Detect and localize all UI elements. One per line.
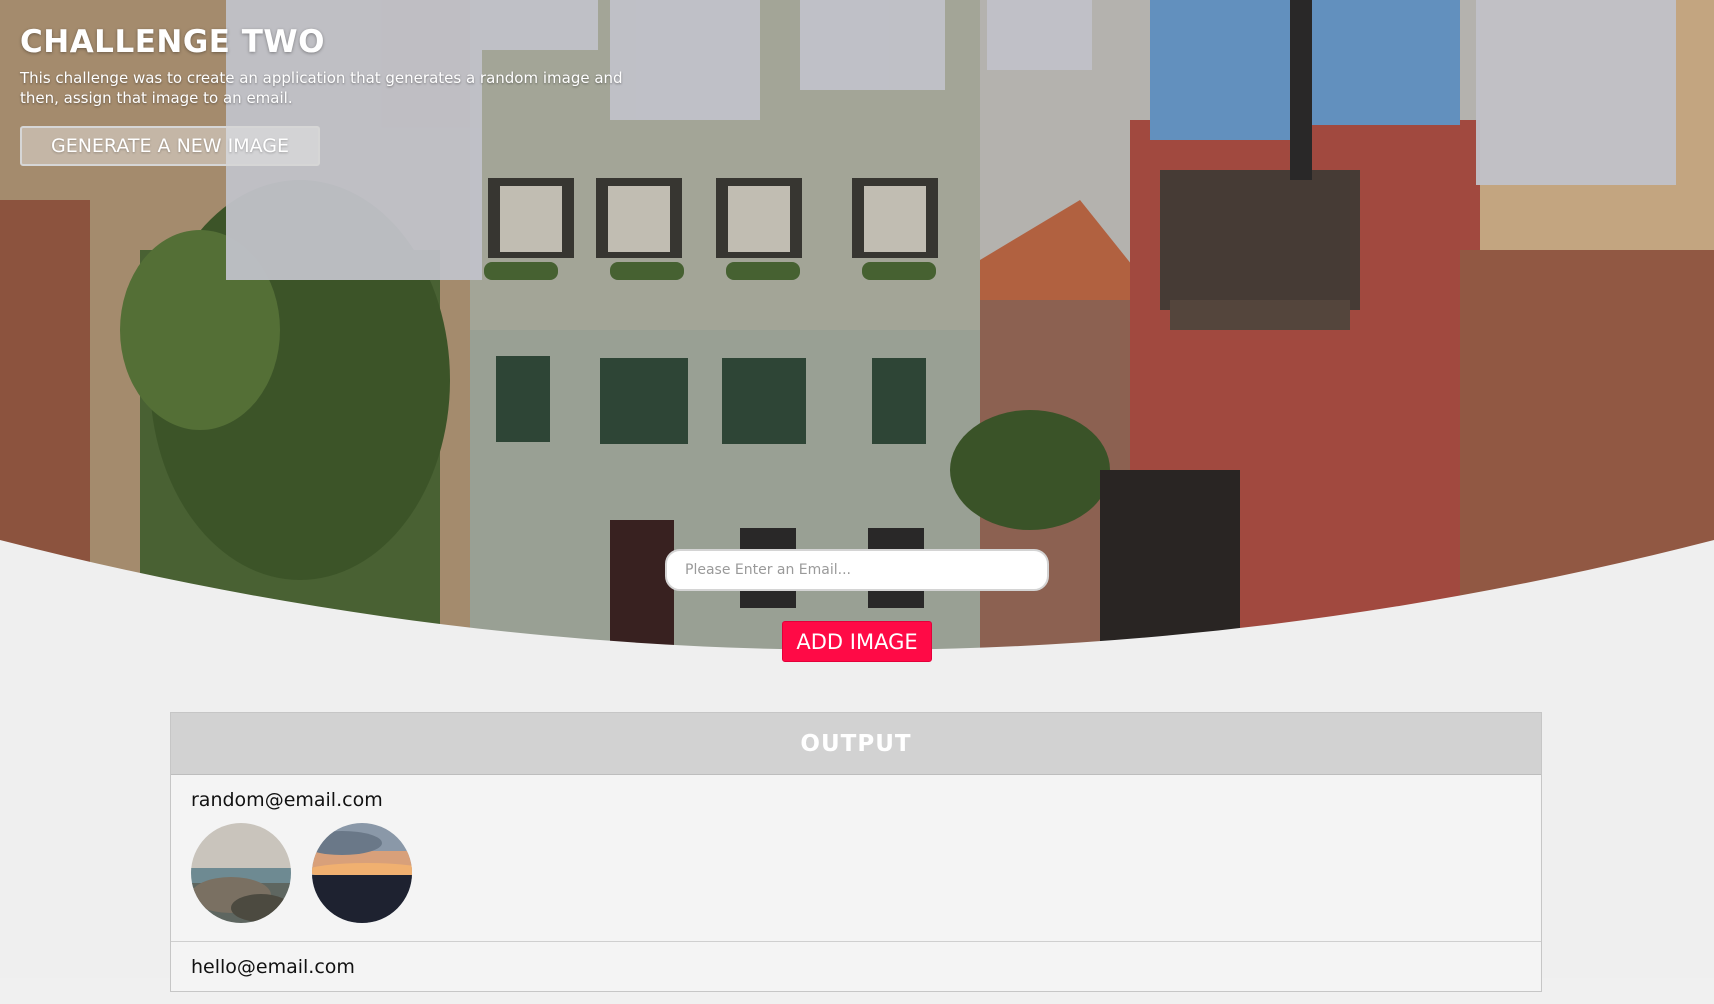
image-thumbnails (191, 823, 1521, 923)
page-title: CHALLENGE TWO (20, 24, 325, 60)
page-description: This challenge was to create an applicat… (20, 69, 623, 107)
output-header: OUTPUT (171, 713, 1541, 775)
sunset-sky-thumbnail[interactable] (312, 823, 412, 923)
add-image-button[interactable]: ADD IMAGE (782, 621, 932, 662)
rocky-coast-thumbnail[interactable] (191, 823, 291, 923)
email-input[interactable] (665, 549, 1049, 591)
email-entry: random@email.com (171, 775, 1541, 942)
output-title: OUTPUT (800, 730, 912, 757)
entry-email: random@email.com (191, 789, 383, 811)
output-panel: OUTPUT random@email.com hello@email.com (170, 712, 1542, 992)
entry-email: hello@email.com (191, 956, 355, 978)
email-entry: hello@email.com (171, 942, 1541, 1004)
generate-image-button[interactable]: GENERATE A NEW IMAGE (20, 126, 320, 166)
